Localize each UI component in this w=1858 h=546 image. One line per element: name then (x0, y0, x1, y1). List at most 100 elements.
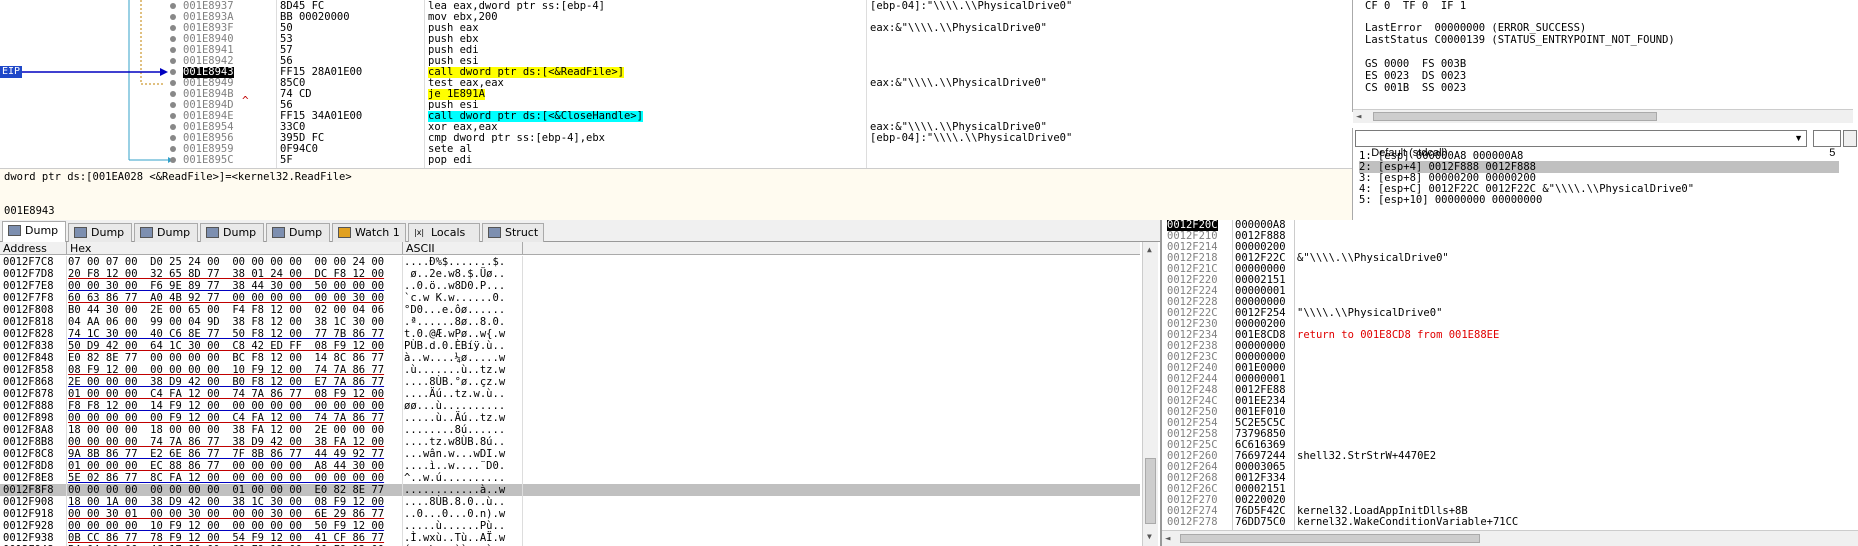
memory-dump[interactable]: Address Hex ASCII 0012F7C8 07 00 07 00 D0… (0, 242, 1160, 546)
dump-row[interactable]: 0012F898 00 00 00 00 00 F9 12 00 C4 FA 12… (0, 412, 1140, 424)
dump-hex: 04 AA 06 00 99 00 04 9D 38 F8 12 00 38 1… (68, 316, 385, 328)
calling-convention-select[interactable]: Default (stdcall) ▼ (1355, 130, 1807, 159)
dump-row[interactable]: 0012F7E8 00 00 30 00 F6 9E 89 77 38 44 30… (0, 280, 1140, 292)
registers-hscrollbar[interactable]: ◄ (1353, 109, 1853, 123)
segment-line-es-ds[interactable]: ES 0023 DS 0023 (1365, 70, 1466, 82)
scroll-left-icon[interactable]: ◄ (1165, 534, 1170, 544)
breakpoint-dot[interactable] (170, 135, 176, 141)
col-header-hex[interactable]: Hex (66, 242, 402, 255)
tab-dump-4[interactable]: Dump 4 (200, 223, 264, 256)
dump-row[interactable]: 0012F8E8 5E 02 86 77 8C FA 12 00 00 00 00… (0, 472, 1140, 484)
tab-watch-1[interactable]: Watch 1 (332, 223, 406, 242)
stack-row[interactable]: 0012F278 76DD75C0 kernel32.WakeConditionVa… (1162, 517, 1858, 528)
instruction-bytes: 5F (280, 154, 293, 166)
dump-row[interactable]: 0012F928 00 00 00 00 10 F9 12 00 00 00 00… (0, 520, 1140, 532)
dump-ascii: `c.w K.w......0. (404, 292, 506, 304)
breakpoint-dot[interactable] (170, 80, 176, 86)
chevron-down-icon: ▼ (1794, 133, 1803, 143)
tab-struct[interactable]: Struct (482, 223, 544, 242)
col-header-ascii[interactable]: ASCII (402, 242, 522, 255)
dump-row[interactable]: 0012F7C8 07 00 07 00 D0 25 24 00 00 00 00… (0, 256, 1140, 268)
dump-ascii: à..w....¼ø.....w (404, 352, 506, 364)
dump-row[interactable]: 0012F858 08 F9 12 00 00 00 00 00 10 F9 12… (0, 364, 1140, 376)
dump-row[interactable]: 0012F938 0B CC 86 77 78 F9 12 00 54 F9 12… (0, 532, 1140, 544)
breakpoint-dot[interactable] (170, 124, 176, 130)
registers-panel[interactable]: CF 0 TF 0 IF 1 LastError 00000000 (ERROR… (1352, 0, 1858, 123)
dump-row[interactable]: 0012F8D8 01 00 00 00 EC 88 86 77 00 00 00… (0, 460, 1140, 472)
breakpoint-dot[interactable] (170, 157, 176, 163)
dump-row[interactable]: 0012F818 04 AA 06 00 99 00 04 9D 38 F8 12… (0, 316, 1140, 328)
breakpoint-dot[interactable] (170, 146, 176, 152)
dump-hex: 9A 8B 86 77 E2 6E 86 77 7F 8B 86 77 44 4… (68, 448, 385, 460)
scroll-down-icon[interactable]: ▼ (1147, 532, 1152, 541)
tab-dump-3[interactable]: Dump 3 (134, 223, 198, 256)
tab-icon (488, 227, 501, 238)
dump-ascii: ....8ÙB.8.0..ù.. (404, 496, 506, 508)
stack-view[interactable]: 0012F20C 000000A8 0012F210 0012F888 0012F214… (1160, 220, 1858, 546)
dump-row[interactable]: 0012F838 50 D9 42 00 64 1C 30 00 C8 42 ED… (0, 340, 1140, 352)
dump-address: 0012F7D8 (3, 268, 54, 280)
breakpoint-dot[interactable] (170, 69, 176, 75)
dump-row[interactable]: 0012F8C8 9A 8B 86 77 E2 6E 86 77 7F 8B 86… (0, 448, 1140, 460)
arg-count-spin-buttons[interactable] (1843, 130, 1857, 147)
dump-row[interactable]: 0012F808 B0 44 30 00 2E 00 65 00 F4 F8 12… (0, 304, 1140, 316)
dump-vscroll-thumb[interactable] (1145, 458, 1156, 524)
arg-count-spinner[interactable]: 5 (1813, 130, 1841, 159)
stack-hscrollbar[interactable]: ◄ (1162, 530, 1858, 546)
laststatus-line[interactable]: LastStatus C0000139 (STATUS_ENTRYPOINT_N… (1365, 34, 1675, 46)
breakpoint-dot[interactable] (170, 36, 176, 42)
dump-address: 0012F878 (3, 388, 54, 400)
dump-row[interactable]: 0012F8B8 00 00 00 00 74 7A 86 77 38 D9 42… (0, 436, 1140, 448)
dump-row[interactable]: 0012F878 01 00 00 00 C4 FA 12 00 74 7A 86… (0, 388, 1140, 400)
dump-address: 0012F838 (3, 340, 54, 352)
segment-line-cs-ss[interactable]: CS 001B SS 0023 (1365, 82, 1466, 94)
registers-hscroll-thumb[interactable] (1373, 112, 1657, 121)
dump-address: 0012F7E8 (3, 280, 54, 292)
dump-row[interactable]: 0012F848 E0 82 8E 77 00 00 00 00 BC F8 12… (0, 352, 1140, 364)
dump-hex: 74 1C 30 00 40 C6 8E 77 50 F8 12 00 77 7… (68, 328, 385, 340)
breakpoint-dot[interactable] (170, 3, 176, 9)
stack-arg-line[interactable]: 5: [esp+10] 00000000 00000000 (1359, 194, 1542, 206)
breakpoint-dot[interactable] (170, 14, 176, 20)
breakpoint-dot[interactable] (170, 102, 176, 108)
dump-row[interactable]: 0012F7D8 20 F8 12 00 32 65 8D 77 38 01 24… (0, 268, 1140, 280)
stack-hscroll-thumb[interactable] (1180, 534, 1480, 543)
stack-comment: "\\\\.\\PhysicalDrive0" (1297, 307, 1443, 319)
breakpoint-dot[interactable] (170, 91, 176, 97)
dump-row[interactable]: 0012F8A8 18 00 00 00 18 00 00 00 38 FA 12… (0, 424, 1140, 436)
dump-row[interactable]: 0012F828 74 1C 30 00 40 C6 8E 77 50 F8 12… (0, 328, 1140, 340)
dump-hex: 50 D9 42 00 64 1C 30 00 C8 42 ED FF 08 F… (68, 340, 385, 352)
dump-hex: 08 F9 12 00 00 00 00 00 10 F9 12 00 74 7… (68, 364, 385, 376)
dump-row[interactable]: 0012F8F8 00 00 00 00 00 00 00 00 01 00 00… (0, 484, 1140, 496)
disassembly-view[interactable]: EIP ^ 001E8937 8D45 FC lea eax,dword ptr s… (0, 0, 1352, 168)
dump-row[interactable]: 0012F7F8 60 63 86 77 A0 4B 92 77 00 00 00… (0, 292, 1140, 304)
dump-address: 0012F888 (3, 400, 54, 412)
breakpoint-dot[interactable] (170, 25, 176, 31)
tab-locals[interactable]: |x| Locals (408, 223, 480, 242)
segment-line-gs-fs[interactable]: GS 0000 FS 003B (1365, 58, 1466, 70)
scroll-up-icon[interactable]: ▲ (1147, 245, 1152, 254)
breakpoint-dot[interactable] (170, 47, 176, 53)
breakpoint-dot[interactable] (170, 58, 176, 64)
tab-dump-2[interactable]: Dump 2 (68, 223, 132, 256)
tab-dump-1[interactable]: Dump 1 (2, 221, 66, 254)
dump-row[interactable]: 0012F868 2E 00 00 00 38 D9 42 00 B0 F8 12… (0, 376, 1140, 388)
dump-row[interactable]: 0012F918 00 00 30 01 00 00 30 00 00 00 30… (0, 508, 1140, 520)
info-line-operand: dword ptr ds:[001EA028 <&ReadFile>]=<ker… (4, 171, 352, 183)
dump-vscrollbar[interactable]: ▲ ▼ (1142, 242, 1158, 546)
dump-row[interactable]: 0012F908 18 00 1A 00 38 D9 42 00 38 1C 30… (0, 496, 1140, 508)
tab-icon (272, 227, 285, 238)
dump-hex: 2E 00 00 00 38 D9 42 00 B0 F8 12 00 E7 7… (68, 376, 385, 388)
breakpoint-dot[interactable] (170, 113, 176, 119)
dump-hex: 00 00 00 00 74 7A 86 77 38 D9 42 00 38 F… (68, 436, 385, 448)
flags-line[interactable]: CF 0 TF 0 IF 1 (1365, 0, 1466, 12)
disasm-row[interactable]: 001E895C 5F pop edi (0, 155, 1352, 166)
dump-row[interactable]: 0012F888 F8 F8 12 00 14 F9 12 00 00 00 00… (0, 400, 1140, 412)
tab-dump-5[interactable]: Dump 5 (266, 223, 330, 256)
stack-value: 76DD75C0 (1235, 516, 1286, 528)
dump-address: 0012F8F8 (3, 484, 54, 496)
col-header-address[interactable]: Address (0, 242, 66, 255)
dump-ascii: .ù.......ù..tz.w (404, 364, 506, 376)
lasterror-line[interactable]: LastError 00000000 (ERROR_SUCCESS) (1365, 22, 1586, 34)
scroll-left-icon[interactable]: ◄ (1356, 112, 1361, 122)
